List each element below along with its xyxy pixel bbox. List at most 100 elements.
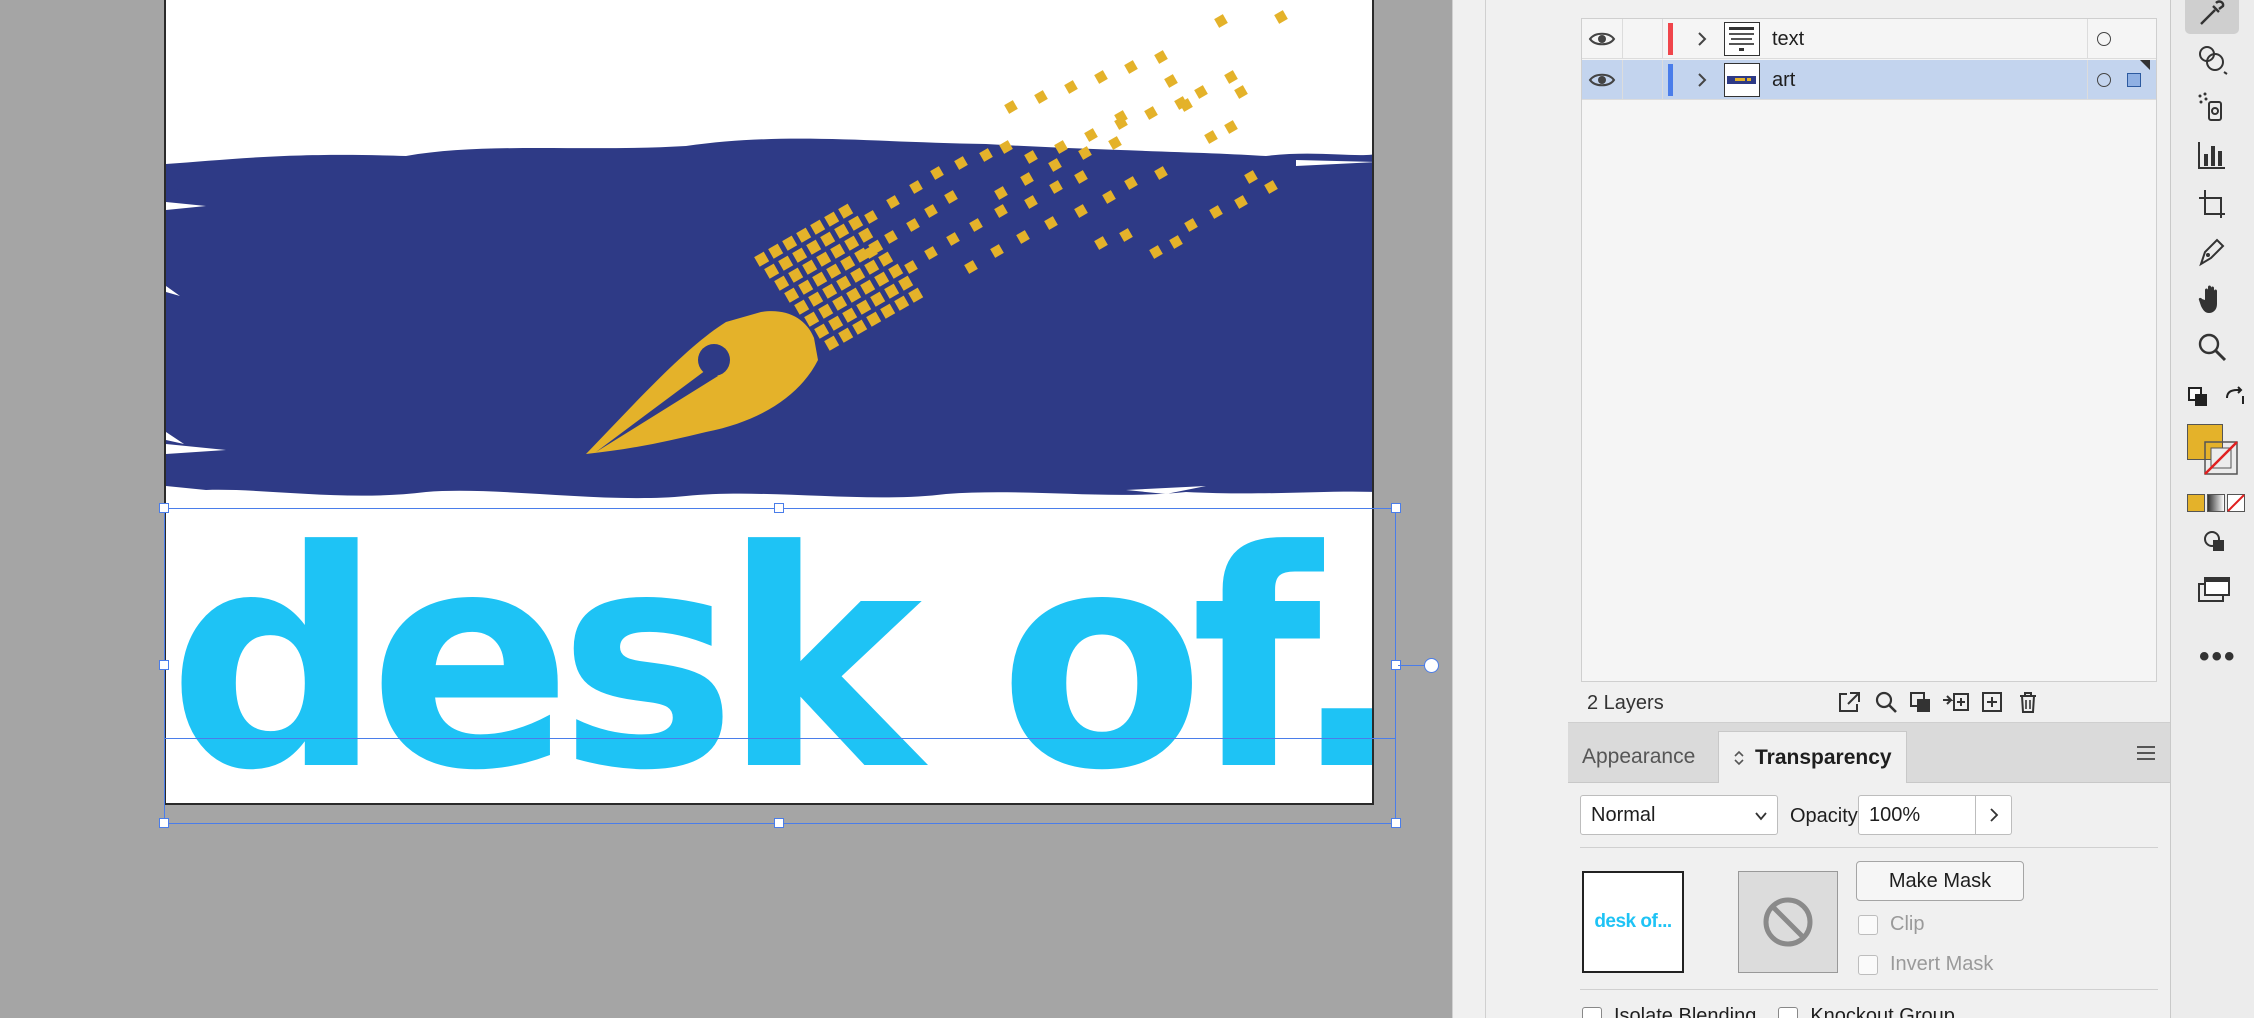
divider — [1580, 847, 2158, 848]
blend-mode-select[interactable]: Normal — [1580, 795, 1778, 835]
search-icon[interactable] — [1871, 688, 1901, 716]
stroke-none-swatch[interactable] — [2203, 440, 2239, 476]
blend-mode-value: Normal — [1591, 804, 1656, 826]
make-mask-button[interactable]: Make Mask — [1856, 861, 2024, 901]
invert-mask-checkbox-row[interactable]: Invert Mask — [1858, 953, 1993, 976]
isolate-blending-checkbox[interactable] — [1582, 1006, 1602, 1018]
opacity-input[interactable]: 100% — [1858, 795, 1976, 835]
pixel-square — [1144, 106, 1158, 120]
shape-builder-icon — [2199, 46, 2228, 75]
screen-mode-icon[interactable] — [2197, 576, 2231, 604]
symbol-sprayer-tool[interactable] — [2185, 86, 2239, 128]
export-icon[interactable] — [1835, 688, 1865, 716]
layer-count: 2 Layers — [1587, 692, 1664, 714]
object-thumbnail[interactable]: desk of... — [1582, 871, 1684, 973]
gradient-mode-icon[interactable] — [2207, 494, 2225, 512]
rotate-handle[interactable] — [1424, 658, 1439, 673]
eyedropper-tool[interactable] — [2185, 0, 2239, 34]
more-tools-icon[interactable]: ••• — [2199, 640, 2237, 674]
pixel-square — [1224, 120, 1238, 134]
pixel-square — [1224, 70, 1238, 84]
visibility-eye-icon[interactable] — [1588, 70, 1616, 90]
column-separator — [2087, 60, 2088, 100]
resize-handle-top-middle[interactable] — [774, 503, 784, 513]
clipping-mask-icon[interactable] — [1906, 688, 1936, 716]
column-separator — [1622, 19, 1623, 59]
pixel-square — [1108, 136, 1122, 150]
object-thumbnail-text: desk of... — [1594, 911, 1672, 932]
tab-transparency[interactable]: Transparency — [1718, 731, 1907, 783]
expand-chevron-icon[interactable] — [1694, 31, 1710, 47]
pixel-square — [1214, 14, 1228, 28]
panel-menu-icon[interactable] — [2136, 745, 2156, 761]
new-sublayer-icon[interactable] — [1941, 688, 1971, 716]
invert-mask-checkbox[interactable] — [1858, 954, 1878, 975]
tab-appearance[interactable]: Appearance — [1568, 731, 1709, 783]
draw-mode-icon[interactable] — [2201, 528, 2229, 556]
default-fill-stroke-icon[interactable] — [2187, 386, 2209, 408]
column-separator — [1662, 19, 1663, 59]
knockout-group-checkbox[interactable] — [1778, 1006, 1799, 1018]
trash-icon[interactable] — [2013, 688, 2043, 716]
panels-column: text art 2 Layers Appearance Transparenc… — [1486, 0, 2170, 1018]
text-baseline — [164, 738, 1396, 739]
swap-fill-stroke-icon[interactable] — [2223, 386, 2247, 408]
chevron-right-icon — [1989, 808, 1998, 822]
divider — [1580, 989, 2158, 990]
nib-hole — [698, 344, 730, 376]
pixel-square — [1194, 85, 1208, 99]
resize-handle-bottom-left[interactable] — [159, 818, 169, 828]
resize-handle-top-right[interactable] — [1391, 503, 1401, 513]
opacity-label: Opacity: — [1790, 805, 1864, 827]
symbol-sprayer-icon — [2198, 92, 2222, 121]
layer-name[interactable]: text — [1772, 28, 1804, 51]
transparency-panel: Appearance Transparency Normal Opacity: … — [1568, 722, 2170, 1018]
pen-tool[interactable] — [2185, 230, 2239, 272]
layer-row-art[interactable]: art — [1582, 60, 2156, 100]
graph-tool[interactable] — [2185, 134, 2239, 176]
resize-handle-middle-left[interactable] — [159, 660, 169, 670]
hand-tool[interactable] — [2185, 278, 2239, 320]
column-separator — [2087, 19, 2088, 59]
layer-target-circle[interactable] — [2097, 32, 2111, 46]
pixel-square — [1164, 74, 1178, 88]
tab-collapse-arrows-icon — [1734, 750, 1744, 765]
visibility-eye-icon[interactable] — [1588, 29, 1616, 49]
none-mode-icon[interactable] — [2227, 494, 2245, 512]
panel-tabbar: Appearance Transparency — [1568, 723, 2170, 783]
resize-handle-top-left[interactable] — [159, 503, 169, 513]
knockout-group-label: Knockout Group — [1810, 1005, 1955, 1018]
hand-icon — [2198, 285, 2217, 313]
pixel-square — [1204, 130, 1218, 144]
pixel-square — [1034, 90, 1048, 104]
opacity-slider-toggle[interactable] — [1976, 795, 2012, 835]
shape-builder-tool[interactable] — [2185, 38, 2239, 80]
invert-mask-label: Invert Mask — [1890, 953, 1994, 975]
artboard-icon — [2199, 190, 2225, 218]
artboard-tool[interactable] — [2185, 182, 2239, 224]
selection-corner-marker — [2140, 60, 2150, 70]
resize-handle-bottom-middle[interactable] — [774, 818, 784, 828]
layer-target-circle[interactable] — [2097, 73, 2111, 87]
pixel-square — [1084, 128, 1098, 142]
zoom-tool[interactable] — [2185, 326, 2239, 368]
artboard[interactable]: desk of... — [164, 0, 1374, 805]
headline-text[interactable]: desk of... — [168, 512, 1372, 804]
expand-chevron-icon[interactable] — [1694, 72, 1710, 88]
layer-row-text[interactable]: text — [1582, 19, 2156, 59]
layers-list[interactable]: text art — [1581, 18, 2157, 682]
clip-checkbox[interactable] — [1858, 914, 1878, 935]
mask-thumbnail[interactable] — [1738, 871, 1838, 973]
resize-handle-bottom-right[interactable] — [1391, 818, 1401, 828]
layer-thumbnail-text — [1724, 22, 1760, 56]
color-mode-icon[interactable] — [2187, 494, 2205, 512]
pen-icon — [2199, 238, 2225, 267]
document-canvas[interactable]: desk of... — [0, 0, 1452, 1018]
layer-name[interactable]: art — [1772, 69, 1795, 92]
clip-checkbox-row[interactable]: Clip — [1858, 913, 1924, 936]
pixel-square — [1094, 70, 1108, 84]
selection-indicator-square[interactable] — [2127, 73, 2141, 87]
chevron-down-icon — [1755, 812, 1767, 821]
new-layer-icon[interactable] — [1977, 688, 2007, 716]
pixel-square — [1234, 85, 1248, 99]
